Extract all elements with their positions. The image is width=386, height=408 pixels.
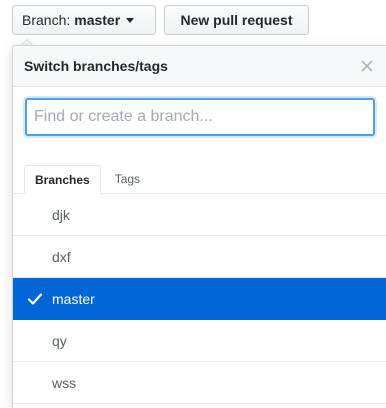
branch-select-button[interactable]: Branch: master: [12, 5, 156, 35]
dropdown-header: Switch branches/tags: [13, 46, 386, 87]
branch-select-value: master: [74, 12, 121, 28]
branch-filter-input[interactable]: [25, 98, 375, 136]
tab-branches[interactable]: Branches: [24, 165, 101, 194]
branch-item-label: wss: [52, 374, 77, 391]
branch-item-label: dxf: [52, 248, 71, 265]
branch-item-djk[interactable]: djk: [13, 194, 386, 236]
check-icon: [27, 293, 43, 305]
branch-tag-tabs: Branches Tags: [13, 160, 386, 194]
branch-select-prefix: Branch:: [22, 12, 71, 28]
branch-item-label: qy: [52, 332, 67, 349]
branch-toolbar: Branch: master New pull request: [12, 5, 309, 35]
branch-item-label: djk: [52, 206, 70, 223]
branch-list: djk dxf master qy wss: [13, 194, 386, 404]
filter-container: [13, 87, 386, 147]
branch-dropdown: Switch branches/tags Branches Tags djk d…: [12, 45, 386, 408]
branch-item-dxf[interactable]: dxf: [13, 236, 386, 278]
branch-item-qy[interactable]: qy: [13, 320, 386, 362]
dropdown-title: Switch branches/tags: [24, 58, 168, 74]
new-pull-request-button[interactable]: New pull request: [164, 5, 309, 35]
branch-item-label: master: [52, 290, 95, 307]
branch-item-wss[interactable]: wss: [13, 362, 386, 404]
tab-tags[interactable]: Tags: [105, 165, 150, 193]
branch-item-master[interactable]: master: [13, 278, 386, 320]
caret-down-icon: [126, 17, 135, 23]
close-icon[interactable]: [360, 59, 374, 73]
